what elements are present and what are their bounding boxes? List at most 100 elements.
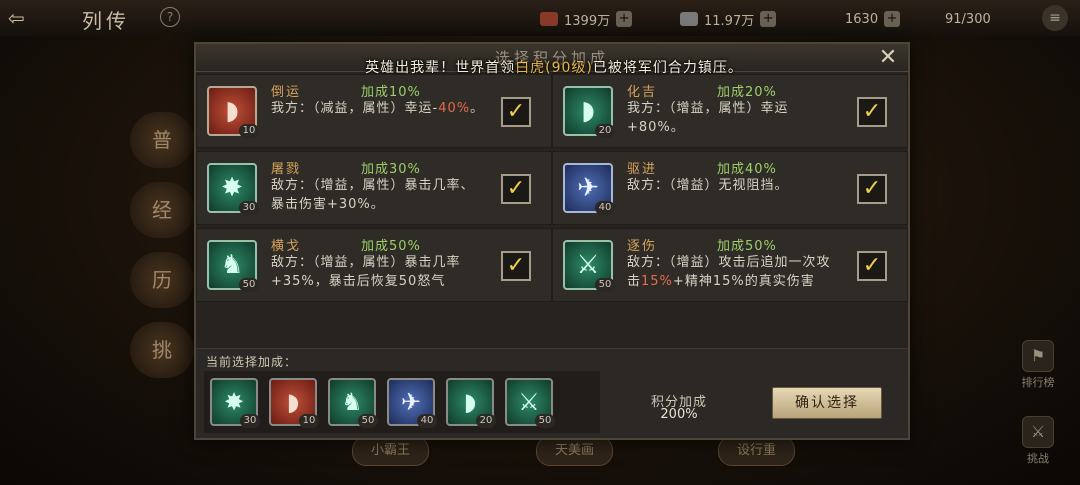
selected-horn-icon[interactable]: ◗ 10 xyxy=(269,378,319,428)
selected-glyph: ◗ xyxy=(463,388,477,416)
selected-sword-icon[interactable]: ⚔ 50 xyxy=(505,378,555,428)
select-checkbox[interactable]: ✓ xyxy=(857,97,887,127)
leaderboard-button[interactable]: ⚑ 排行榜 xyxy=(1010,340,1066,390)
selected-horn-icon[interactable]: ◗ 20 xyxy=(446,378,496,428)
confirm-button[interactable]: 确认选择 xyxy=(772,387,882,419)
flag-icon: ⚑ xyxy=(1022,340,1054,372)
select-checkbox[interactable]: ✓ xyxy=(857,251,887,281)
selected-warrior-icon[interactable]: ♞ 50 xyxy=(328,378,378,428)
page-title: 列传 xyxy=(82,9,130,33)
resource-stamina: 91/300 xyxy=(945,9,991,29)
card-glyph: ◗ xyxy=(581,96,595,126)
add-gem-button[interactable]: + xyxy=(884,11,901,27)
bonus-card-tulu[interactable]: ✸ 30 屠戮 加成30% 敌方：（增益，属性）暴击几率、暴击伤害+30%。 ✓ xyxy=(196,151,552,225)
level-badge: 40 xyxy=(417,414,437,428)
gold-icon xyxy=(540,12,558,26)
resource-gold-value: 1399万 xyxy=(564,13,611,29)
burst-icon: ✸ 30 xyxy=(207,163,259,215)
help-button[interactable]: ? xyxy=(160,7,180,27)
runner-icon: ✈ 40 xyxy=(563,163,615,215)
desc-text: 我方：（减益，属性）幸运- xyxy=(271,101,439,116)
select-checkbox[interactable]: ✓ xyxy=(501,97,531,127)
selected-glyph: ◗ xyxy=(286,388,300,416)
bonus-card-zhushang[interactable]: ⚔ 50 逐伤 加成50% 敌方：（增益）攻击后追加一次攻击15%+精神15%的… xyxy=(552,228,908,302)
desc-tail: 。 xyxy=(470,101,485,116)
add-silver-button[interactable]: + xyxy=(760,11,777,27)
card-name: 驱进 xyxy=(627,162,658,177)
horn-icon: ◗ 10 xyxy=(207,86,259,138)
warrior-icon: ♞ 50 xyxy=(207,240,259,292)
desc-text: 敌方：（增益，属性）暴击几率、暴击伤害+30%。 xyxy=(271,178,475,212)
bonus-card-daoyun[interactable]: ◗ 10 倒运 加成10% 我方：（减益，属性）幸运-40%。 ✓ xyxy=(196,74,552,148)
card-bonus: 加成50% xyxy=(361,239,421,254)
desc-tail: +80%。 xyxy=(627,120,685,135)
resource-stamina-value: 91/300 xyxy=(945,11,991,27)
level-badge: 30 xyxy=(239,201,259,215)
card-name: 横戈 xyxy=(271,239,302,254)
back-button[interactable]: ⇦ xyxy=(8,6,66,30)
level-badge: 50 xyxy=(535,414,555,428)
bonus-card-huaji[interactable]: ◗ 20 化吉 加成20% 我方：（增益，属性）幸运 +80%。 ✓ xyxy=(552,74,908,148)
side-tab-4[interactable]: 挑 xyxy=(130,322,194,378)
card-name: 逐伤 xyxy=(627,239,658,254)
side-tab-2[interactable]: 经 xyxy=(130,182,194,238)
challenge-button[interactable]: ⚔ 挑战 xyxy=(1010,416,1066,466)
card-bonus: 加成50% xyxy=(717,239,777,254)
sword-icon: ⚔ 50 xyxy=(563,240,615,292)
level-badge: 20 xyxy=(476,414,496,428)
select-checkbox[interactable]: ✓ xyxy=(501,174,531,204)
challenge-label: 挑战 xyxy=(1027,452,1049,465)
select-checkbox[interactable]: ✓ xyxy=(857,174,887,204)
card-name: 屠戮 xyxy=(271,162,302,177)
card-name: 倒运 xyxy=(271,85,302,100)
desc-text: 敌方：（增益）无视阻挡。 xyxy=(627,178,789,193)
desc-text: 我方：（增益，属性）幸运 xyxy=(627,101,789,116)
level-badge: 40 xyxy=(595,201,615,215)
card-description: 敌方：（增益）无视阻挡。 xyxy=(627,176,843,220)
card-bonus: 加成40% xyxy=(717,162,777,177)
level-badge: 50 xyxy=(358,414,378,428)
score-bonus-value: 200% xyxy=(660,407,698,422)
add-gold-button[interactable]: + xyxy=(616,11,633,27)
level-badge: 10 xyxy=(299,414,319,428)
card-bonus: 加成20% xyxy=(717,85,777,100)
current-selection-panel: 当前选择加成： ✸ 30 ◗ 10 ♞ 50 ✈ 40 ◗ 20 ⚔ 50 积分… xyxy=(196,348,908,438)
swords-icon: ⚔ xyxy=(1022,416,1054,448)
card-description: 我方：（增益，属性）幸运 +80%。 xyxy=(627,99,843,143)
card-bonus: 加成10% xyxy=(361,85,421,100)
desc-highlight: 40% xyxy=(438,101,471,116)
selected-icons-strip: ✸ 30 ◗ 10 ♞ 50 ✈ 40 ◗ 20 ⚔ 50 xyxy=(204,371,600,433)
current-selection-label: 当前选择加成： xyxy=(206,355,298,369)
selected-glyph: ✸ xyxy=(223,388,245,416)
bottom-tab-2[interactable]: 天美画 xyxy=(536,436,614,466)
horn-icon: ◗ 20 xyxy=(563,86,615,138)
level-badge: 10 xyxy=(239,124,259,138)
bottom-tab-3[interactable]: 设行重 xyxy=(718,436,796,466)
level-badge: 20 xyxy=(595,124,615,138)
menu-button[interactable]: ≡ xyxy=(1042,5,1068,31)
level-badge: 50 xyxy=(595,278,615,292)
select-checkbox[interactable]: ✓ xyxy=(501,251,531,281)
card-description: 敌方：（增益）攻击后追加一次攻击15%+精神15%的真实伤害 xyxy=(627,253,843,297)
bonus-card-qujin[interactable]: ✈ 40 驱进 加成40% 敌方：（增益）无视阻挡。 ✓ xyxy=(552,151,908,225)
desc-highlight: 15% xyxy=(641,274,673,289)
card-glyph: ⚔ xyxy=(576,250,600,280)
card-description: 敌方：（增益，属性）暴击几率、暴击伤害+30%。 xyxy=(271,176,487,220)
card-glyph: ◗ xyxy=(225,96,239,126)
selected-runner-icon[interactable]: ✈ 40 xyxy=(387,378,437,428)
card-bonus: 加成30% xyxy=(361,162,421,177)
side-tab-1[interactable]: 普 xyxy=(130,112,194,168)
card-description: 我方：（减益，属性）幸运-40%。 xyxy=(271,99,487,143)
selected-burst-icon[interactable]: ✸ 30 xyxy=(210,378,260,428)
resource-gold: 1399万 + xyxy=(540,9,633,29)
selected-glyph: ⚔ xyxy=(518,388,540,416)
bonus-dialog: 选择积分加成 ✕ 英雄出我辈！世界首领白虎(90级)已被将军们合力镇压。 ◗ 1… xyxy=(194,42,910,440)
card-glyph: ✸ xyxy=(221,173,243,203)
level-badge: 30 xyxy=(240,414,260,428)
selected-glyph: ✈ xyxy=(400,388,422,416)
side-tab-3[interactable]: 历 xyxy=(130,252,194,308)
bonus-card-hengge[interactable]: ♞ 50 横戈 加成50% 敌方：（增益，属性）暴击几率+35%，暴击后恢复50… xyxy=(196,228,552,302)
resource-silver: 11.97万 + xyxy=(680,9,777,29)
card-name: 化吉 xyxy=(627,85,658,100)
bottom-tab-1[interactable]: 小霸王 xyxy=(352,436,430,466)
